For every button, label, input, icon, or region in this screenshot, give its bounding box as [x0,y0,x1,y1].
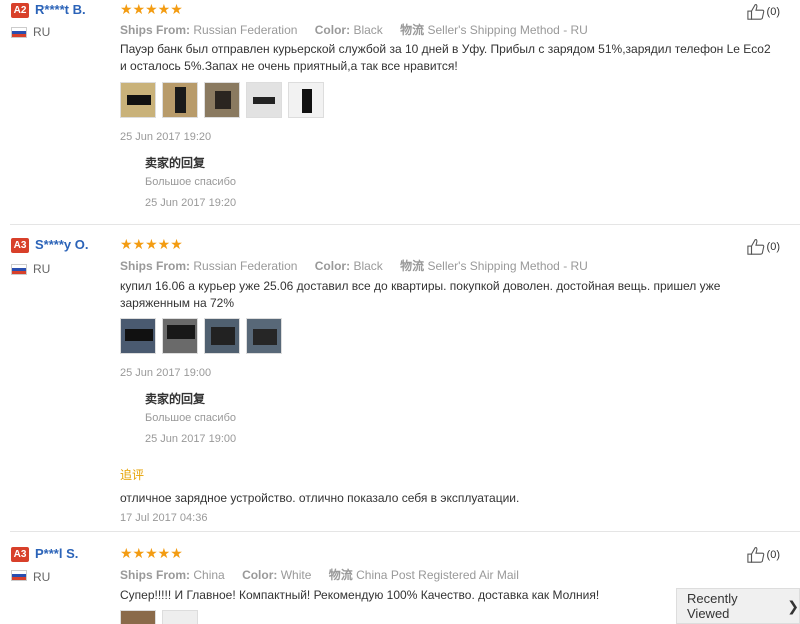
review-photos [120,610,198,624]
review-photo[interactable] [246,82,282,118]
thumbs-up-icon [746,239,764,255]
color-value: Black [353,23,383,37]
rating-stars: ★★★★★ [120,1,183,17]
chevron-right-icon: ❯ [787,597,799,614]
order-info: Ships From: Russian Federation Color: Bl… [120,257,602,274]
review-photo[interactable] [120,82,156,118]
order-info: Ships From: China Color: White 物流 China … [120,566,533,583]
divider [10,224,800,225]
helpful-count: (0) [766,549,780,561]
seller-reply-date: 25 Jun 2017 19:00 [145,433,237,445]
rating-stars: ★★★★★ [120,236,183,252]
review-photo[interactable] [162,82,198,118]
seller-reply-date: 25 Jun 2017 19:20 [145,197,237,209]
russia-flag-icon [11,264,27,275]
followup-date: 17 Jul 2017 04:36 [120,512,208,524]
color-label: Color: [314,259,351,273]
color-value: Black [353,259,383,273]
seller-reply-text: Большое спасибо [145,412,236,424]
helpful-button[interactable]: (0) [746,238,780,256]
shipping-label: 物流 [328,568,353,582]
shipping-label: 物流 [400,259,425,273]
review-date: 25 Jun 2017 19:20 [120,131,212,143]
review-photo[interactable] [204,318,240,354]
seller-reply-text: Большое спасибо [145,176,236,188]
seller-reply-title: 卖家的回复 [145,392,206,406]
buyer-name[interactable]: P***l S. [35,546,78,561]
recently-viewed-tab[interactable]: Recently Viewed ❯ [676,588,800,624]
buyer-level-badge: A2 [11,3,29,18]
buyer-level-badge: A3 [11,547,29,562]
buyer-level-badge: A3 [11,238,29,253]
review-photos [120,318,282,354]
color-value: White [280,568,312,582]
ships-from-value: Russian Federation [193,259,298,273]
color-label: Color: [242,568,278,582]
helpful-button[interactable]: (0) [746,546,780,564]
russia-flag-icon [11,570,27,581]
buyer-country: RU [33,25,51,39]
color-label: Color: [314,23,351,37]
seller-reply-title: 卖家的回复 [145,156,206,170]
review-item: A3 S****y O. RU ★★★★★ Ships From: Russia… [0,226,800,530]
shipping-value: Seller's Shipping Method - RU [427,259,588,273]
followup-text: отличное зарядное устройство. отлично по… [120,491,520,505]
rating-stars: ★★★★★ [120,545,183,561]
review-date: 25 Jun 2017 19:00 [120,367,212,379]
buyer-name[interactable]: R****t B. [35,2,86,17]
shipping-value: Seller's Shipping Method - RU [427,23,588,37]
review-item: A2 R****t B. RU ★★★★★ Ships From: Russia… [0,0,800,224]
review-photo[interactable] [162,318,198,354]
buyer-country: RU [33,570,51,584]
ships-from-label: Ships From: [120,568,191,582]
thumbs-up-icon [746,547,764,563]
review-text: Пауэр банк был отправлен курьерской служ… [120,42,771,73]
review-text: купил 16.06 а курьер уже 25.06 доставил … [120,279,721,310]
review-photo[interactable] [204,82,240,118]
russia-flag-icon [11,27,27,38]
thumbs-up-icon [746,4,764,20]
ships-from-value: China [193,568,225,582]
review-photo[interactable] [120,318,156,354]
review-photo[interactable] [162,610,198,624]
followup-label: 追评 [120,468,145,482]
order-info: Ships From: Russian Federation Color: Bl… [120,21,602,38]
helpful-button[interactable]: (0) [746,3,780,21]
recently-viewed-label: Recently Viewed [687,591,738,621]
review-photo[interactable] [288,82,324,118]
buyer-country: RU [33,262,51,276]
review-photo[interactable] [120,610,156,624]
helpful-count: (0) [766,6,780,18]
ships-from-label: Ships From: [120,259,191,273]
review-photo[interactable] [246,318,282,354]
review-photos [120,82,324,118]
helpful-count: (0) [766,241,780,253]
shipping-value: China Post Registered Air Mail [356,568,519,582]
ships-from-value: Russian Federation [193,23,298,37]
buyer-name[interactable]: S****y O. [35,237,88,252]
ships-from-label: Ships From: [120,23,191,37]
shipping-label: 物流 [400,23,425,37]
